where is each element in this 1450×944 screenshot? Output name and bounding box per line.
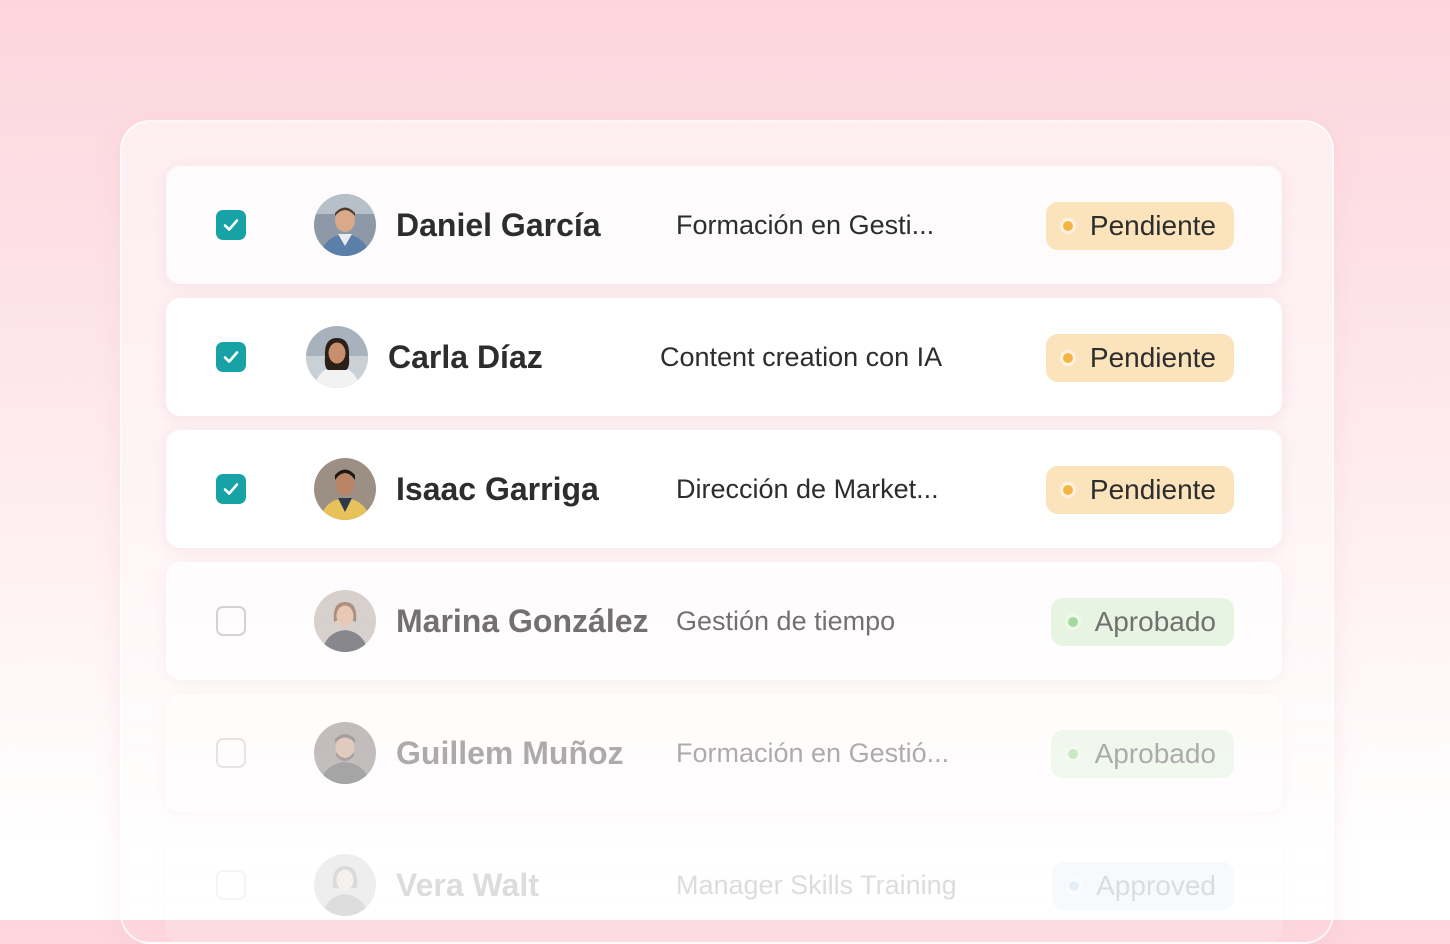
status-badge: Pendiente bbox=[1045, 202, 1234, 250]
avatar bbox=[314, 458, 376, 520]
course-name: Manager Skills Training bbox=[676, 870, 957, 900]
course-name: Dirección de Market... bbox=[676, 474, 939, 504]
status-label: Aprobado bbox=[1094, 606, 1216, 637]
status-dot-icon bbox=[1066, 878, 1083, 894]
status-dot-icon bbox=[1064, 746, 1081, 762]
status-label: Pendiente bbox=[1089, 474, 1216, 505]
employee-name: Marina González bbox=[396, 603, 649, 639]
list-item[interactable]: Marina González Gestión de tiempo Aproba… bbox=[166, 562, 1282, 680]
avatar bbox=[314, 590, 376, 652]
status-badge: Pendiente bbox=[1045, 334, 1234, 382]
list-item[interactable]: Isaac Garriga Dirección de Market... Pen… bbox=[166, 430, 1282, 548]
course-name: Content creation con IA bbox=[660, 342, 943, 372]
course-name: Formación en Gesti... bbox=[676, 210, 935, 240]
list-item[interactable]: Guillem Muñoz Formación en Gestió... Apr… bbox=[166, 694, 1282, 812]
employee-name: Isaac Garriga bbox=[396, 471, 599, 507]
status-label: Aprobado bbox=[1094, 738, 1216, 769]
status-badge: Aprobado bbox=[1050, 598, 1234, 646]
list-item[interactable]: Vera Walt Manager Skills Training Approv… bbox=[166, 826, 1282, 944]
checkbox-unchecked[interactable] bbox=[216, 870, 246, 900]
status-label: Approved bbox=[1096, 870, 1216, 901]
checkbox-unchecked[interactable] bbox=[216, 606, 246, 636]
avatar bbox=[314, 194, 376, 256]
employee-name: Vera Walt bbox=[396, 867, 539, 903]
employee-name: Daniel García bbox=[396, 207, 601, 243]
checkbox-checked[interactable] bbox=[216, 474, 246, 504]
status-badge: Pendiente bbox=[1045, 466, 1234, 514]
avatar bbox=[314, 722, 376, 784]
list-item[interactable]: Daniel García Formación en Gesti... Pend… bbox=[166, 166, 1282, 284]
avatar bbox=[314, 854, 376, 916]
employee-name: Carla Díaz bbox=[388, 339, 543, 375]
course-name: Gestión de tiempo bbox=[676, 606, 896, 636]
list-item[interactable]: Carla Díaz Content creation con IA Pendi… bbox=[166, 298, 1282, 416]
status-label: Pendiente bbox=[1089, 210, 1216, 241]
checkbox-checked[interactable] bbox=[216, 342, 246, 372]
status-dot-icon bbox=[1064, 614, 1081, 630]
status-badge: Aprobado bbox=[1050, 730, 1234, 778]
avatar bbox=[306, 326, 368, 388]
employee-name: Guillem Muñoz bbox=[396, 735, 624, 771]
status-dot-icon bbox=[1059, 350, 1076, 366]
status-dot-icon bbox=[1059, 218, 1076, 234]
status-badge: Approved bbox=[1052, 862, 1234, 910]
checkbox-unchecked[interactable] bbox=[216, 738, 246, 768]
status-dot-icon bbox=[1059, 482, 1076, 498]
status-label: Pendiente bbox=[1089, 342, 1216, 373]
checkbox-checked[interactable] bbox=[216, 210, 246, 240]
course-name: Formación en Gestió... bbox=[676, 738, 950, 768]
